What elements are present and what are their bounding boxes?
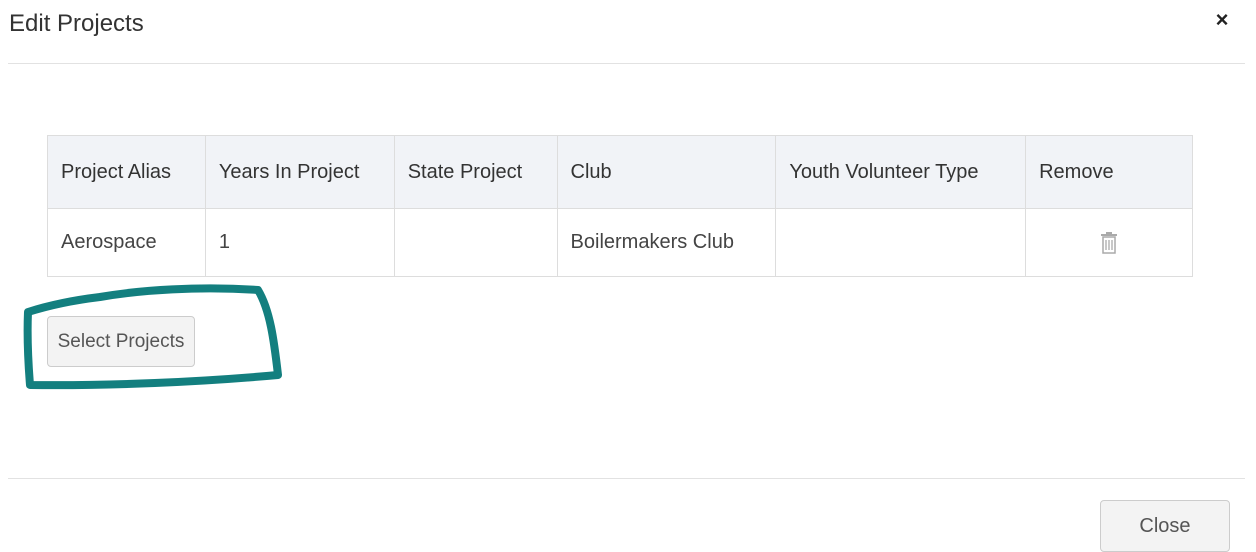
select-projects-button[interactable]: Select Projects xyxy=(47,316,195,367)
cell-years-in-project: 1 xyxy=(204,208,395,277)
column-header-youth-volunteer-type: Youth Volunteer Type xyxy=(775,135,1027,209)
cell-project-alias: Aerospace xyxy=(47,208,206,277)
table-header-row: Project Alias Years In Project State Pro… xyxy=(47,135,1193,209)
footer-divider xyxy=(8,478,1245,479)
table-row: Aerospace 1 Boilermakers Club xyxy=(47,208,1193,277)
trash-icon[interactable] xyxy=(1098,231,1120,255)
modal-title: Edit Projects xyxy=(9,10,144,37)
cell-club: Boilermakers Club xyxy=(556,208,777,277)
cell-remove xyxy=(1025,208,1193,277)
close-button[interactable]: Close xyxy=(1100,500,1230,552)
close-icon[interactable]: × xyxy=(1208,6,1236,34)
cell-youth-volunteer-type xyxy=(775,208,1027,277)
projects-table: Project Alias Years In Project State Pro… xyxy=(47,135,1193,277)
column-header-years-in-project: Years In Project xyxy=(204,135,395,209)
cell-state-project xyxy=(393,208,558,277)
column-header-project-alias: Project Alias xyxy=(47,135,206,209)
header-divider xyxy=(8,63,1245,64)
column-header-club: Club xyxy=(556,135,777,209)
column-header-state-project: State Project xyxy=(393,135,558,209)
column-header-remove: Remove xyxy=(1025,135,1193,209)
